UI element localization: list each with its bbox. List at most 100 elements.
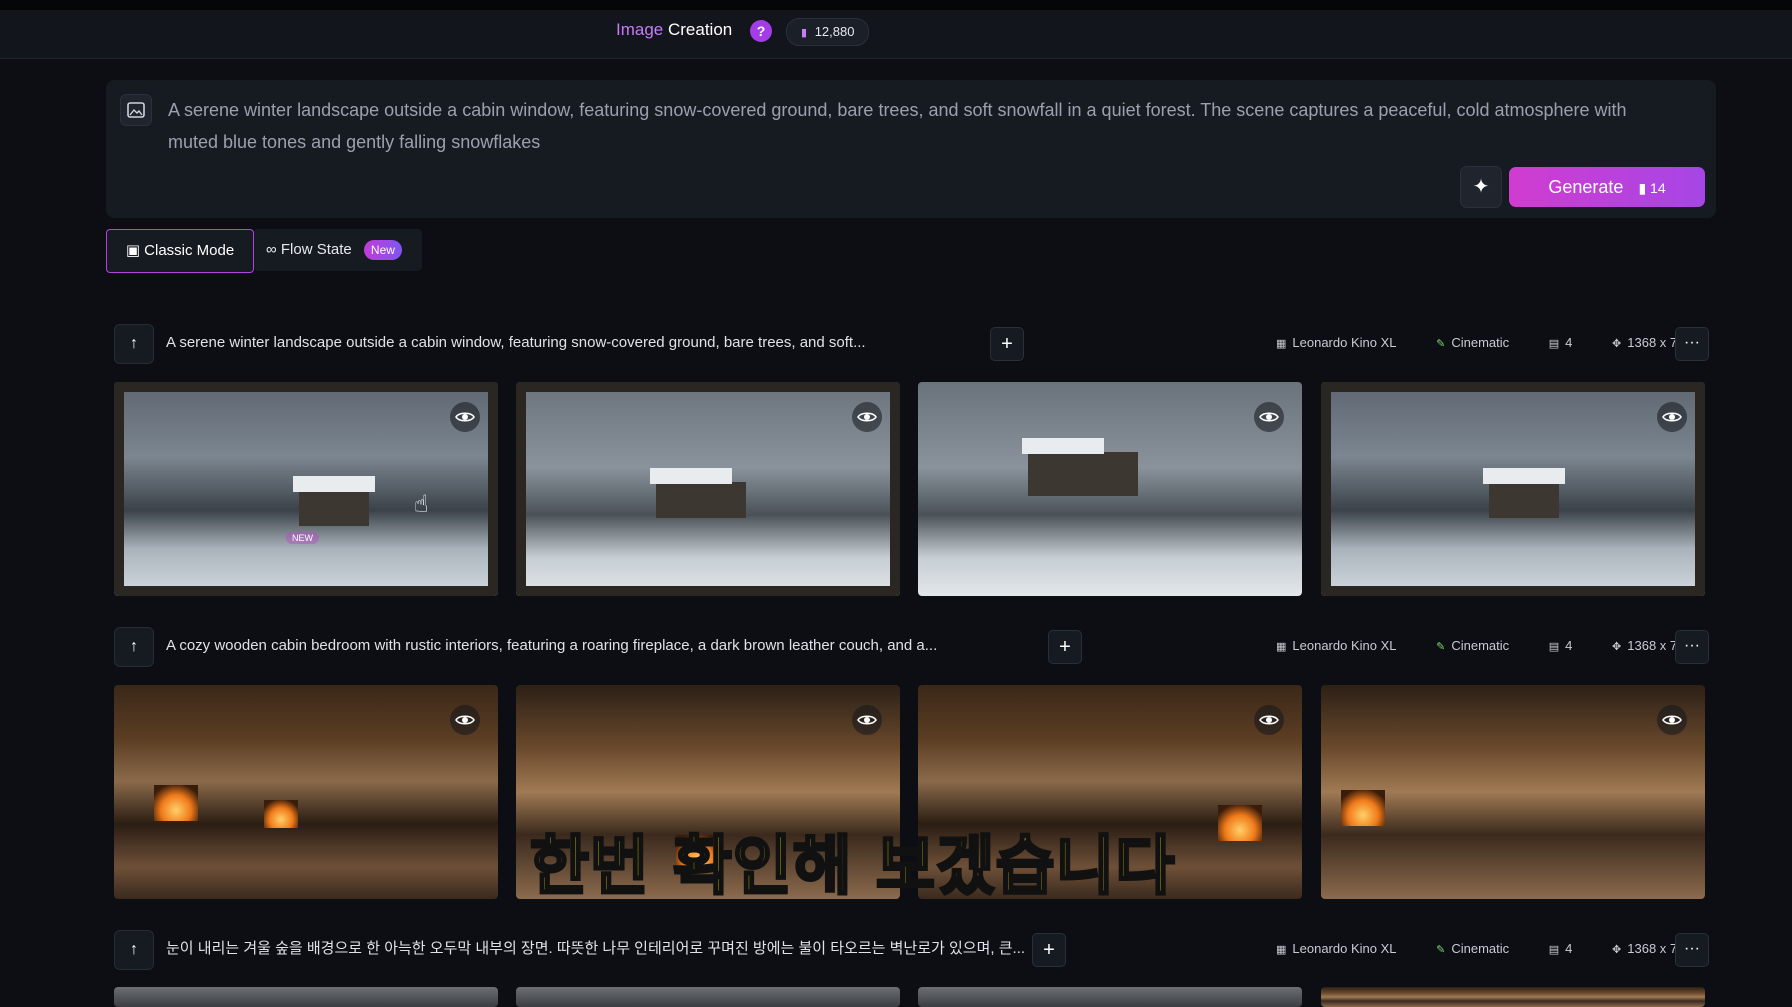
generate-cost: ▮ 14	[1638, 180, 1666, 196]
generated-image[interactable]	[1321, 685, 1705, 899]
fireplace-shape	[1341, 790, 1385, 826]
generation-header: ↑ A serene winter landscape outside a ca…	[114, 324, 1709, 364]
page-title-rest: Creation	[667, 20, 733, 39]
credits-value: 12,880	[814, 24, 855, 39]
cabin-shape	[293, 476, 375, 526]
brush-icon: ✎	[1436, 944, 1446, 956]
credits-badge[interactable]: ▮ 12,880	[786, 18, 870, 46]
generated-image[interactable]	[1321, 987, 1705, 1007]
generation-prompt: A cozy wooden cabin bedroom with rustic …	[166, 637, 938, 654]
reuse-prompt-icon[interactable]: ↑	[114, 930, 154, 970]
generated-image[interactable]	[114, 685, 498, 899]
more-options-icon[interactable]: ···	[1675, 630, 1709, 664]
style-name: Cinematic	[1451, 335, 1510, 350]
generation-header: ↑ 눈이 내리는 겨울 숲을 배경으로 한 아늑한 오두막 내부의 장면. 따뜻…	[114, 930, 1709, 970]
model-name: Leonardo Kino XL	[1292, 941, 1397, 956]
eye-icon[interactable]	[1254, 705, 1284, 735]
new-badge: New	[363, 240, 402, 260]
infinity-icon: ∞	[266, 241, 281, 258]
generated-image[interactable]	[516, 382, 900, 596]
style-name: Cinematic	[1451, 638, 1510, 653]
generation-prompt: A serene winter landscape outside a cabi…	[166, 334, 866, 351]
hand-cursor-icon: ☝	[414, 491, 429, 518]
window-strip	[0, 0, 1792, 10]
classic-mode-button[interactable]: ▣ Classic Mode	[106, 229, 254, 273]
new-image-tag: NEW	[286, 532, 319, 544]
flow-state-label: Flow State	[280, 241, 352, 258]
eye-icon[interactable]	[852, 705, 882, 735]
page-title: Image Creation	[616, 20, 732, 40]
add-icon[interactable]: +	[1032, 933, 1066, 967]
generate-button[interactable]: Generate ▮ 14	[1509, 167, 1705, 207]
model-tag: ▦ Leonardo Kino XL	[1276, 335, 1415, 350]
token-icon: ▮	[801, 27, 808, 39]
model-icon: ▦	[1276, 944, 1287, 956]
eye-icon[interactable]	[1657, 705, 1687, 735]
eye-icon[interactable]	[450, 705, 480, 735]
flow-state-button[interactable]: ∞ Flow State New	[254, 229, 422, 271]
generated-image[interactable]	[114, 987, 498, 1007]
more-options-icon[interactable]: ···	[1675, 327, 1709, 361]
style-tag: ✎ Cinematic	[1436, 335, 1527, 350]
generate-cost-value: 14	[1650, 180, 1666, 196]
generation-header: ↑ A cozy wooden cabin bedroom with rusti…	[114, 627, 1709, 667]
model-name: Leonardo Kino XL	[1292, 335, 1397, 350]
resize-icon: ✥	[1612, 641, 1622, 653]
help-icon[interactable]: ?	[750, 20, 772, 42]
model-name: Leonardo Kino XL	[1292, 638, 1397, 653]
image-count: 4	[1565, 335, 1573, 350]
eye-icon[interactable]	[450, 402, 480, 432]
brush-icon: ✎	[1436, 641, 1446, 653]
eye-icon[interactable]	[1657, 402, 1687, 432]
resize-icon: ✥	[1612, 338, 1622, 350]
model-icon: ▦	[1276, 641, 1287, 653]
generate-label: Generate	[1548, 177, 1624, 197]
cabin-shape	[650, 468, 746, 518]
page-title-accent: Image	[616, 20, 664, 39]
generated-image[interactable]	[918, 382, 1302, 596]
brush-icon: ✎	[1436, 338, 1446, 350]
cabin-shape	[1483, 468, 1565, 518]
eye-icon[interactable]	[852, 402, 882, 432]
generated-image[interactable]	[1321, 382, 1705, 596]
images-icon: ▤	[1548, 338, 1560, 350]
sparkle-icon[interactable]: ✦	[1460, 166, 1502, 208]
fireplace-shape	[264, 800, 298, 828]
style-tag: ✎ Cinematic	[1436, 638, 1527, 653]
generation-prompt: 눈이 내리는 겨울 숲을 배경으로 한 아늑한 오두막 내부의 장면. 따뜻한 …	[166, 940, 1026, 957]
top-bar: Image Creation ? ▮ 12,880	[0, 0, 1792, 59]
image-count: 4	[1565, 638, 1573, 653]
add-icon[interactable]: +	[1048, 630, 1082, 664]
eye-icon[interactable]	[1254, 402, 1284, 432]
style-name: Cinematic	[1451, 941, 1510, 956]
generation-meta: ▦ Leonardo Kino XL ✎ Cinematic ▤ 4 ✥ 1368 x …	[1276, 627, 1741, 665]
generation-meta: ▦ Leonardo Kino XL ✎ Cinematic ▤ 4 ✥ 1368 x …	[1276, 930, 1741, 968]
images-icon: ▤	[1548, 641, 1560, 653]
style-tag: ✎ Cinematic	[1436, 941, 1527, 956]
model-tag: ▦ Leonardo Kino XL	[1276, 941, 1415, 956]
fireplace-shape	[154, 785, 198, 821]
count-tag: ▤ 4	[1549, 335, 1591, 350]
generation-meta: ▦ Leonardo Kino XL ✎ Cinematic ▤ 4 ✥ 1368 x …	[1276, 324, 1741, 362]
more-options-icon[interactable]: ···	[1675, 933, 1709, 967]
fireplace-shape	[1218, 805, 1262, 841]
classic-mode-label: Classic Mode	[144, 242, 235, 259]
generated-image[interactable]: NEW	[114, 382, 498, 596]
resize-icon: ✥	[1612, 944, 1622, 956]
images-icon: ▤	[1548, 944, 1560, 956]
add-icon[interactable]: +	[990, 327, 1024, 361]
image-prompt-icon[interactable]	[120, 94, 152, 126]
model-icon: ▦	[1276, 338, 1287, 350]
prompt-card: A serene winter landscape outside a cabi…	[106, 80, 1716, 218]
count-tag: ▤ 4	[1549, 941, 1591, 956]
model-tag: ▦ Leonardo Kino XL	[1276, 638, 1415, 653]
video-subtitle: 한번 확인해 보겠습니다	[528, 829, 1176, 906]
prompt-input[interactable]: A serene winter landscape outside a cabi…	[168, 94, 1628, 158]
reuse-prompt-icon[interactable]: ↑	[114, 627, 154, 667]
image-count: 4	[1565, 941, 1573, 956]
classic-mode-icon: ▣	[125, 242, 145, 259]
generated-image[interactable]	[516, 987, 900, 1007]
generated-image[interactable]	[918, 987, 1302, 1007]
reuse-prompt-icon[interactable]: ↑	[114, 324, 154, 364]
cabin-shape	[1022, 438, 1138, 496]
